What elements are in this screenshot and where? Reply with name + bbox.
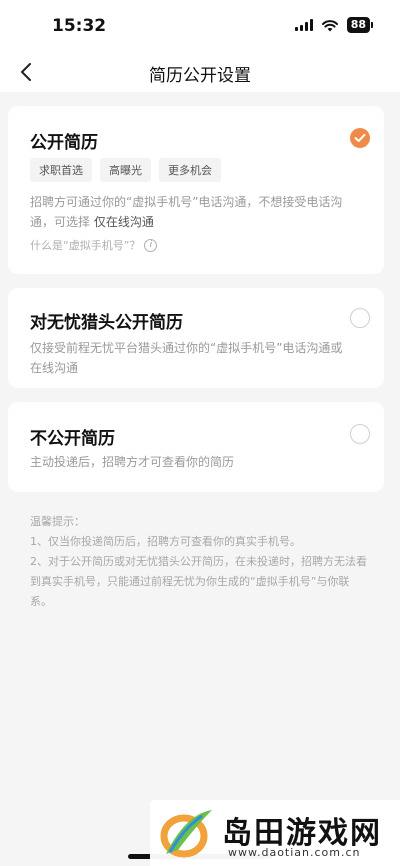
- online-only-link[interactable]: 仅在线沟通: [94, 215, 154, 229]
- radio-private-resume[interactable]: [350, 424, 370, 444]
- battery-icon: 88: [346, 17, 374, 33]
- tag-list: 求职首选 高曝光 更多机会: [30, 158, 221, 182]
- status-time: 15:32: [52, 16, 107, 36]
- option-public-resume[interactable]: 公开简历 求职首选 高曝光 更多机会 招聘方可通过你的“虚拟手机号”电话沟通，不…: [8, 106, 384, 274]
- wifi-icon: [321, 19, 338, 31]
- nav-bar: 简历公开设置: [0, 52, 400, 92]
- tag: 高曝光: [100, 158, 151, 182]
- watermark-logo-icon: [160, 810, 212, 858]
- page-title: 简历公开设置: [149, 66, 251, 86]
- cellular-signal-icon: [294, 19, 313, 31]
- checkmark-icon: [354, 133, 366, 142]
- option-description: 招聘方可通过你的“虚拟手机号”电话沟通，不想接受电话沟通，可选择 仅在线沟通: [30, 192, 354, 232]
- radio-headhunter-public[interactable]: [350, 308, 370, 328]
- tips-item: 1、仅当你投递简历后，招聘方可查看你的真实手机号。: [30, 535, 301, 548]
- tag: 更多机会: [159, 158, 221, 182]
- tips-item: 2、对于公开简历或对无忧猎头公开简历，在未投递时，招聘方无法看到真实手机号，只能…: [30, 555, 367, 608]
- option-private-resume[interactable]: 不公开简历 主动投递后，招聘方才可查看你的简历: [8, 402, 384, 492]
- help-link-text: 什么是“虚拟手机号”？: [30, 239, 141, 252]
- tips-heading: 温馨提示：: [30, 515, 85, 528]
- status-bar: 15:32 88: [0, 0, 400, 52]
- virtual-number-help-link[interactable]: 什么是“虚拟手机号”？ i: [30, 237, 158, 253]
- option-title: 对无忧猎头公开简历: [30, 313, 183, 333]
- tag: 求职首选: [30, 158, 92, 182]
- option-title: 公开简历: [30, 133, 98, 153]
- tips-section: 温馨提示： 1、仅当你投递简历后，招聘方可查看你的真实手机号。 2、对于公开简历…: [30, 512, 370, 612]
- description-text: 招聘方可通过你的“虚拟手机号”电话沟通，不想接受电话沟通，可选择: [30, 195, 343, 229]
- option-headhunter-public[interactable]: 对无忧猎头公开简历 仅接受前程无忧平台猎头通过你的“虚拟手机号”电话沟通或在线沟…: [8, 288, 384, 388]
- watermark-url: www.daotian.com.cn: [228, 846, 361, 859]
- radio-public-resume[interactable]: [350, 128, 370, 148]
- info-icon: i: [144, 238, 158, 252]
- watermark: 岛田游戏网 www.daotian.com.cn: [150, 800, 400, 866]
- option-title: 不公开简历: [30, 429, 115, 449]
- option-description: 主动投递后，招聘方才可查看你的简历: [30, 455, 235, 469]
- option-description: 仅接受前程无忧平台猎头通过你的“虚拟手机号”电话沟通或在线沟通: [30, 341, 343, 375]
- status-icons: 88: [294, 17, 374, 33]
